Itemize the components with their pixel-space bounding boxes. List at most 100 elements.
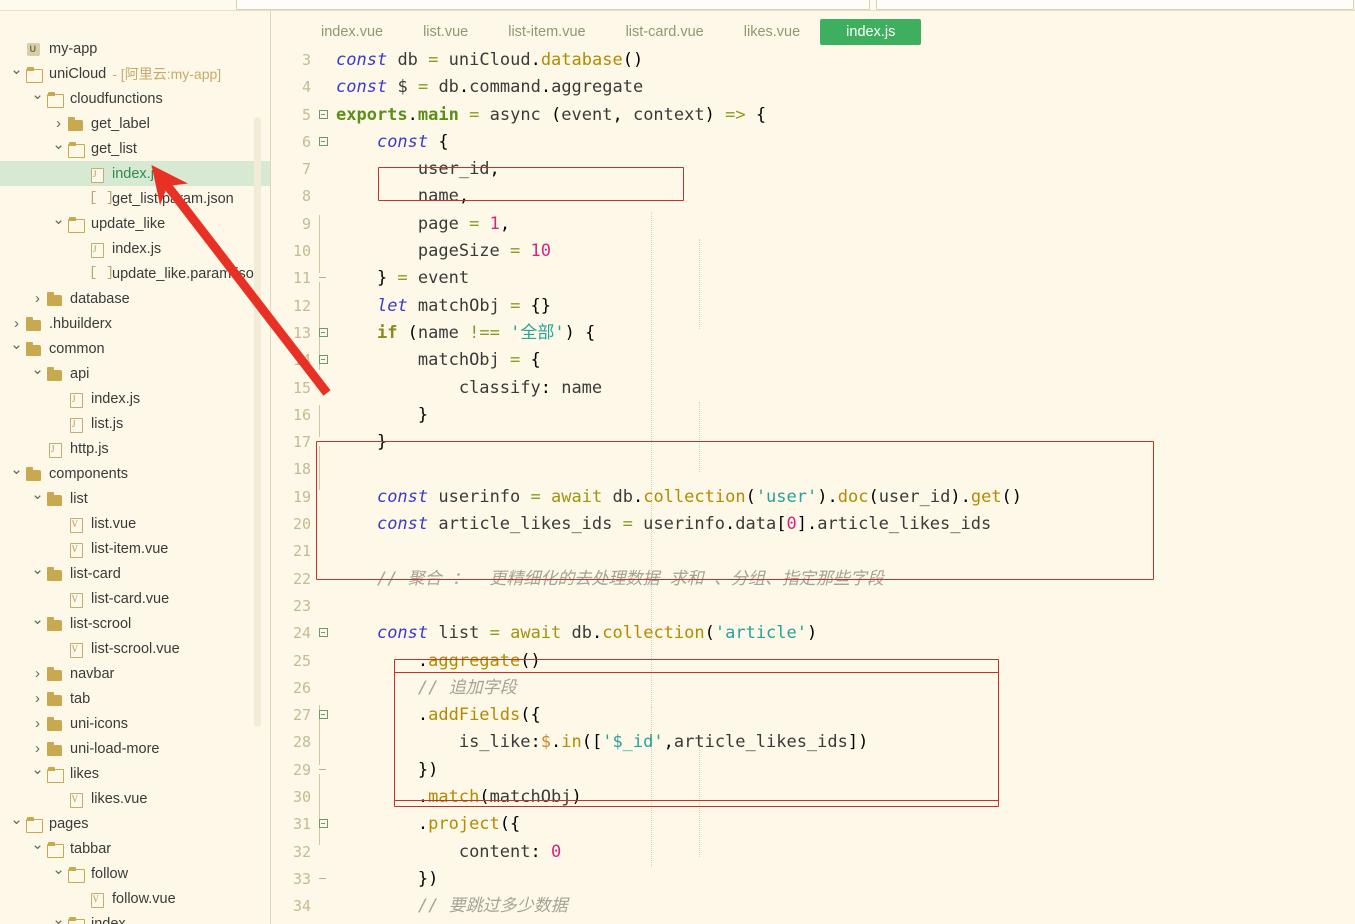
fold-toggle-icon[interactable] <box>316 129 330 156</box>
code-line[interactable]: 6 const { <box>271 129 1355 156</box>
tree-item-likes[interactable]: ⌄ likes <box>0 761 270 786</box>
tree-item-list-vue[interactable]: list.vue <box>0 511 270 536</box>
code-line[interactable]: 10 pageSize = 10 <box>271 238 1355 265</box>
code-line[interactable]: 23 <box>271 593 1355 620</box>
fold-toggle-icon[interactable] <box>316 347 330 374</box>
code-line[interactable]: 28 is_like:$.in(['$_id',article_likes_id… <box>271 729 1355 756</box>
tree-item-tab[interactable]: › tab <box>0 686 270 711</box>
editor-tab-bar[interactable]: index.vue list.vue list-item.vue list-card.… <box>271 11 1355 47</box>
fold-toggle-icon[interactable] <box>316 102 330 129</box>
tree-item-unicloud[interactable]: ⌄ uniCloud - [阿里云:my-app] <box>0 61 270 86</box>
tree-item-components[interactable]: ⌄ components <box>0 461 270 486</box>
chevron-down-icon[interactable]: ⌄ <box>29 487 46 502</box>
code-line[interactable]: 9 page = 1, <box>271 211 1355 238</box>
tree-item-list-card-vue[interactable]: list-card.vue <box>0 586 270 611</box>
project-tree[interactable]: my-app⌄uniCloud- [阿里云:my-app]⌄cloudfunct… <box>0 11 270 924</box>
tree-item-uni-icons[interactable]: › uni-icons <box>0 711 270 736</box>
code-line[interactable]: 14 matchObj = { <box>271 347 1355 374</box>
code-line[interactable]: 3 const db = uniCloud.database() <box>271 47 1355 74</box>
tree-item-update-like-param-json[interactable]: update_like.param.json <box>0 261 270 286</box>
tree-item-list-scrool-vue[interactable]: list-scrool.vue <box>0 636 270 661</box>
tree-item-list-scrool[interactable]: ⌄ list-scrool <box>0 611 270 636</box>
editor-tab-index-vue[interactable]: index.vue <box>301 19 403 45</box>
chevron-right-icon[interactable]: › <box>29 291 46 306</box>
tree-item-get-list-param-json[interactable]: get_list.param.json <box>0 186 270 211</box>
code-editor[interactable]: 3 const db = uniCloud.database() 4 const $ … <box>271 47 1355 921</box>
code-line[interactable]: 5 exports.main = async (event, context) =… <box>271 102 1355 129</box>
code-line[interactable]: 27 .addFields({ <box>271 702 1355 729</box>
code-line[interactable]: 26 // 追加字段 <box>271 675 1355 702</box>
code-line[interactable]: 34 // 要跳过多少数据 <box>271 893 1355 920</box>
editor-tab-list-item-vue[interactable]: list-item.vue <box>488 19 605 45</box>
chevron-down-icon[interactable]: ⌄ <box>8 462 25 477</box>
chevron-down-icon[interactable]: ⌄ <box>29 87 46 102</box>
tree-item-list-item-vue[interactable]: list-item.vue <box>0 536 270 561</box>
tree-item-list[interactable]: ⌄ list <box>0 486 270 511</box>
code-line[interactable]: 17 } <box>271 429 1355 456</box>
code-line[interactable]: 30 .match(matchObj) <box>271 784 1355 811</box>
tree-item-pages[interactable]: ⌄ pages <box>0 811 270 836</box>
code-line[interactable]: 15 classify: name <box>271 375 1355 402</box>
tree-item-likes-vue[interactable]: likes.vue <box>0 786 270 811</box>
chevron-down-icon[interactable]: ⌄ <box>29 362 46 377</box>
code-line[interactable]: 19 const userinfo = await db.collection(… <box>271 484 1355 511</box>
tree-item-index[interactable]: ⌄ index <box>0 911 270 924</box>
chevron-down-icon[interactable]: ⌄ <box>50 862 67 877</box>
tree-item-tabbar[interactable]: ⌄ tabbar <box>0 836 270 861</box>
chevron-right-icon[interactable]: › <box>50 116 67 131</box>
chevron-down-icon[interactable]: ⌄ <box>29 837 46 852</box>
code-line[interactable]: 8 name, <box>271 183 1355 210</box>
code-line[interactable]: 31 .project({ <box>271 811 1355 838</box>
editor-tab-list-vue[interactable]: list.vue <box>403 19 488 45</box>
tree-item-navbar[interactable]: › navbar <box>0 661 270 686</box>
chevron-down-icon[interactable]: ⌄ <box>50 912 67 924</box>
sidebar-scrollbar[interactable] <box>254 117 261 727</box>
code-line[interactable]: 33 }) <box>271 866 1355 893</box>
tree-item-my-app[interactable]: my-app <box>0 36 270 61</box>
tree-item-get-list[interactable]: ⌄ get_list <box>0 136 270 161</box>
tree-item-follow-vue[interactable]: follow.vue <box>0 886 270 911</box>
tree-item-uni-load-more[interactable]: › uni-load-more <box>0 736 270 761</box>
tree-item-cloudfunctions[interactable]: ⌄ cloudfunctions <box>0 86 270 111</box>
chevron-down-icon[interactable]: ⌄ <box>29 562 46 577</box>
tree-item-common[interactable]: ⌄ common <box>0 336 270 361</box>
editor-tab-list-card-vue[interactable]: list-card.vue <box>606 19 724 45</box>
tree-item-update-like[interactable]: ⌄ update_like <box>0 211 270 236</box>
project-explorer-sidebar[interactable]: my-app⌄uniCloud- [阿里云:my-app]⌄cloudfunct… <box>0 11 271 924</box>
editor-tab-index-js[interactable]: index.js <box>820 19 922 45</box>
code-line[interactable]: 11 } = event <box>271 265 1355 292</box>
code-line[interactable]: 25 .aggregate() <box>271 648 1355 675</box>
tree-item-index-js[interactable]: index.js <box>0 386 270 411</box>
code-line[interactable]: 20 const article_likes_ids = userinfo.da… <box>271 511 1355 538</box>
code-line[interactable]: 16 } <box>271 402 1355 429</box>
chevron-down-icon[interactable]: ⌄ <box>50 137 67 152</box>
editor-tab-likes-vue[interactable]: likes.vue <box>724 19 820 45</box>
code-line[interactable]: 13 if (name !== '全部') { <box>271 320 1355 347</box>
code-line[interactable]: 18 <box>271 456 1355 483</box>
tree-item-get-label[interactable]: › get_label <box>0 111 270 136</box>
code-line[interactable]: 22 // 聚合 ： 更精细化的去处理数据 求和 、分组、指定那些字段 <box>271 566 1355 593</box>
tree-item-index-js[interactable]: index.js <box>0 236 270 261</box>
fold-toggle-icon[interactable] <box>316 702 330 729</box>
tree-item-http-js[interactable]: http.js <box>0 436 270 461</box>
tree-item-index-js[interactable]: index.js <box>0 161 270 186</box>
fold-toggle-icon[interactable] <box>316 620 330 647</box>
fold-toggle-icon[interactable] <box>316 811 330 838</box>
chevron-down-icon[interactable]: ⌄ <box>8 812 25 827</box>
chevron-right-icon[interactable]: › <box>29 691 46 706</box>
tree-item-list-card[interactable]: ⌄ list-card <box>0 561 270 586</box>
chevron-down-icon[interactable]: ⌄ <box>50 212 67 227</box>
tree-item--hbuilderx[interactable]: › .hbuilderx <box>0 311 270 336</box>
code-line[interactable]: 4 const $ = db.command.aggregate <box>271 74 1355 101</box>
code-line[interactable]: 12 let matchObj = {} <box>271 293 1355 320</box>
chevron-right-icon[interactable]: › <box>29 666 46 681</box>
code-line[interactable]: 24 const list = await db.collection('art… <box>271 620 1355 647</box>
chevron-down-icon[interactable]: ⌄ <box>29 762 46 777</box>
tree-item-api[interactable]: ⌄ api <box>0 361 270 386</box>
code-line[interactable]: 21 <box>271 538 1355 565</box>
code-line[interactable]: 7 user_id, <box>271 156 1355 183</box>
tree-item-follow[interactable]: ⌄ follow <box>0 861 270 886</box>
chevron-down-icon[interactable]: ⌄ <box>29 612 46 627</box>
fold-toggle-icon[interactable] <box>316 320 330 347</box>
chevron-down-icon[interactable]: ⌄ <box>8 62 25 77</box>
